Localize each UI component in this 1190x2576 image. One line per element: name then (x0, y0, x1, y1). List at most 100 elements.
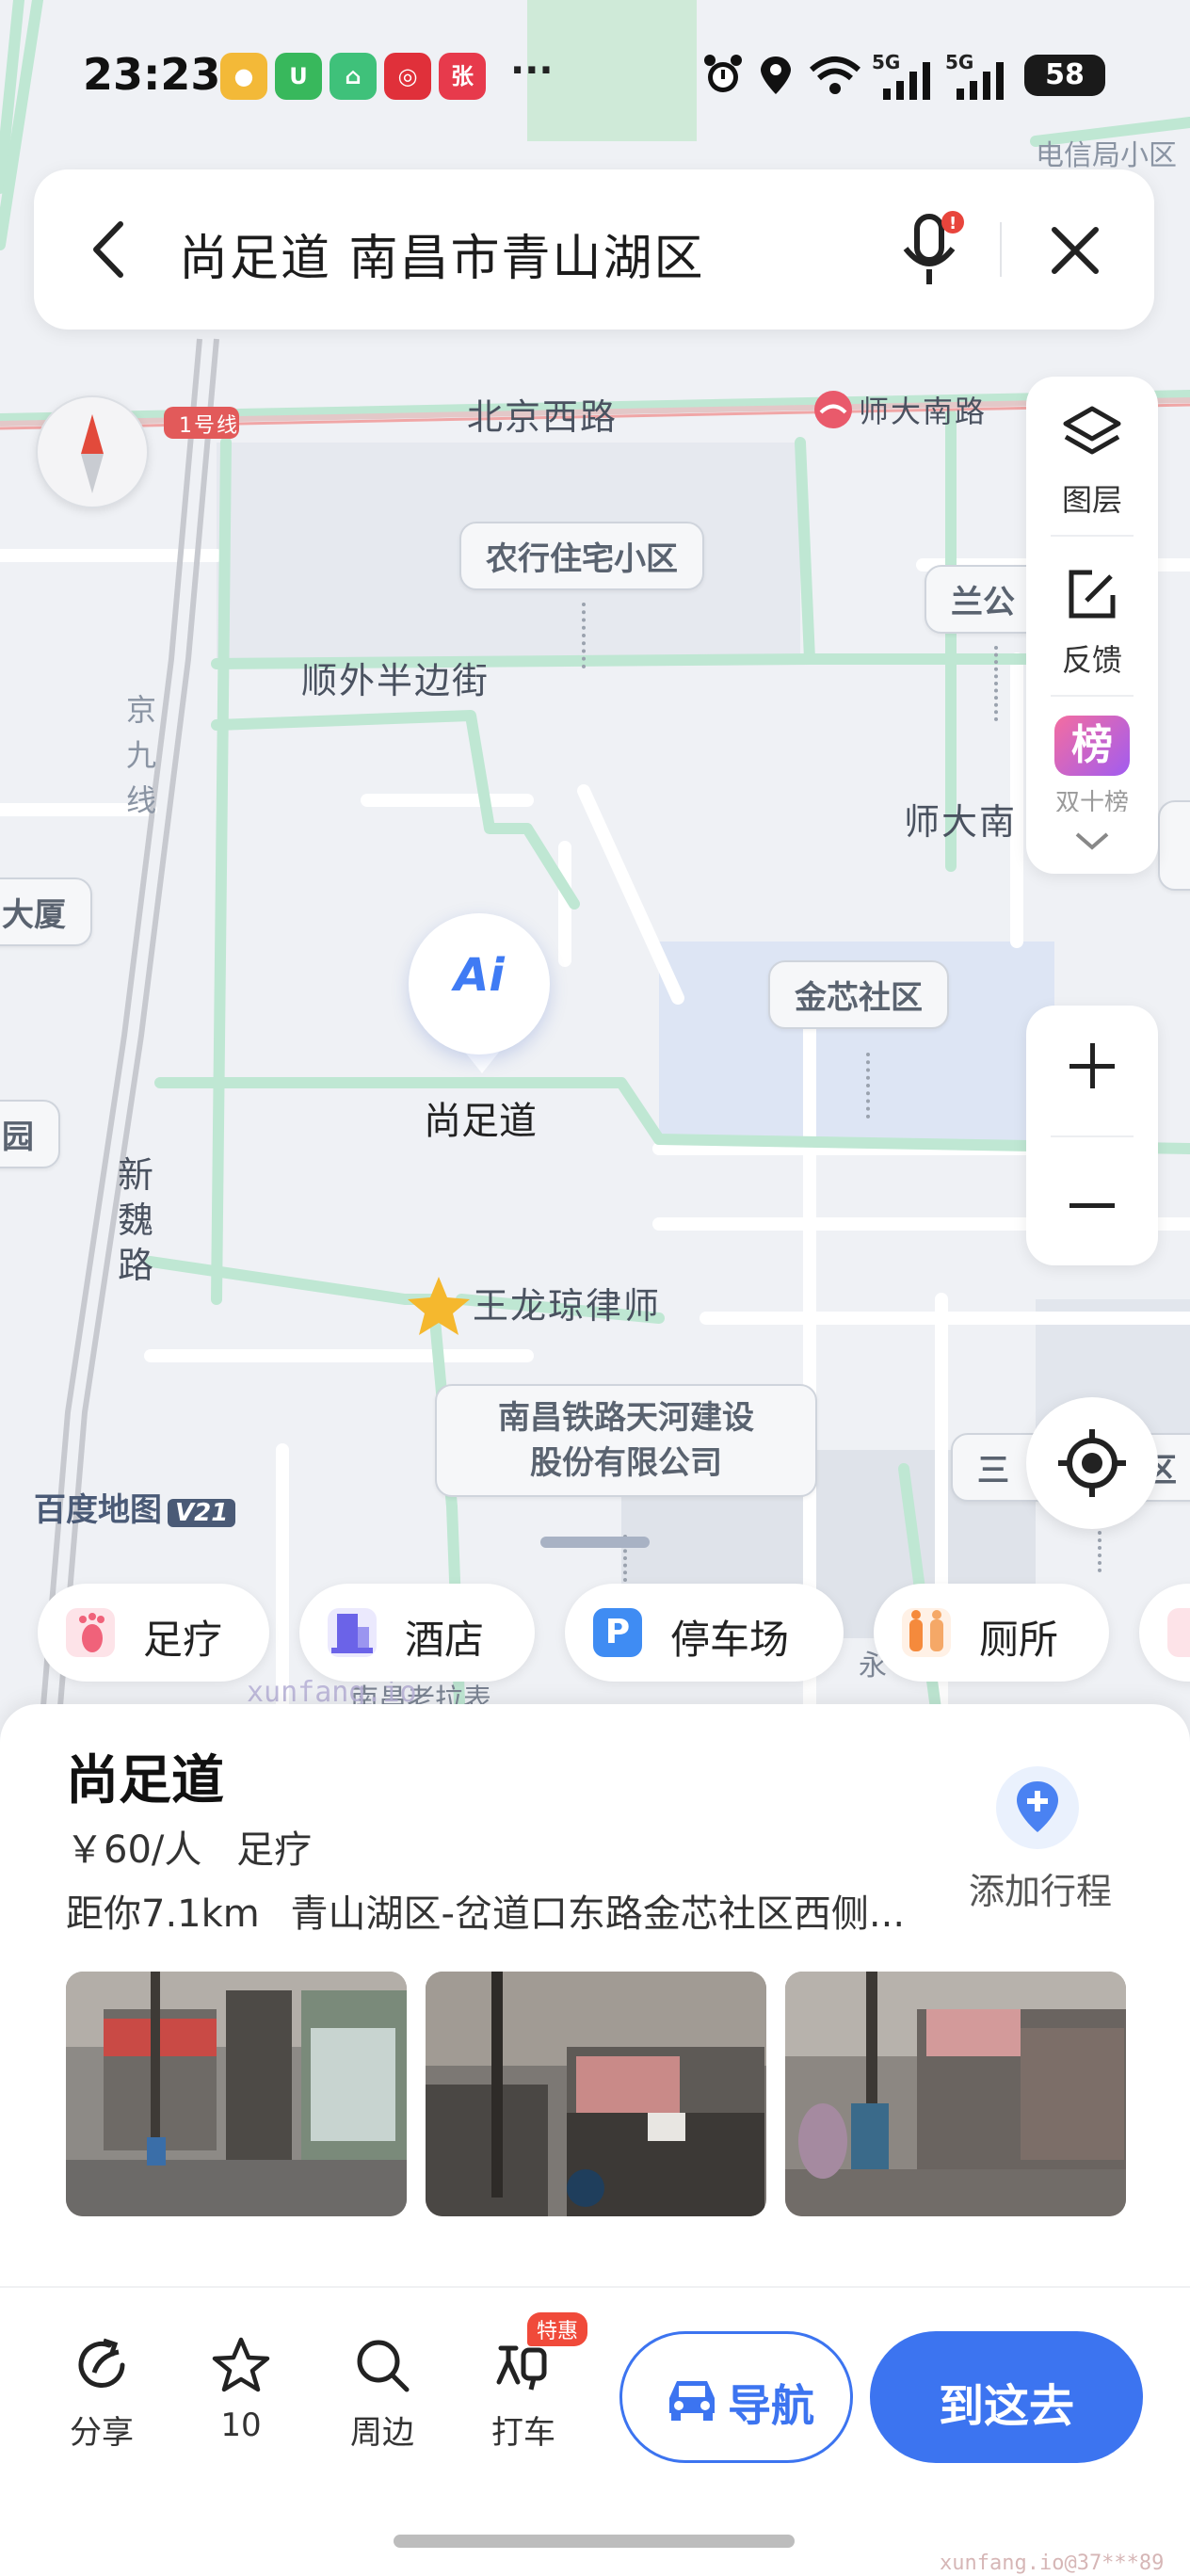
poi-jinxin[interactable]: 金芯社区 (768, 960, 949, 1029)
poi-railway-company[interactable]: 南昌铁路天河建设 股份有限公司 (435, 1384, 817, 1497)
signal-1: 5G (872, 51, 938, 100)
layers-button[interactable]: 图层 (1026, 394, 1158, 522)
hotel-icon (328, 1608, 377, 1657)
place-price-row: ￥60/人 足疗 (66, 1819, 312, 1874)
navigate-label: 导航 (728, 2380, 814, 2431)
map-tools-panel: 图层 反馈 榜 双十榜 (1026, 377, 1158, 874)
search-query[interactable]: 尚足道 南昌市青山湖区 (179, 218, 705, 289)
street-xinwei: 新魏路 (117, 1154, 153, 1286)
poi-nonghang[interactable]: 农行住宅小区 (459, 522, 704, 590)
status-bar: 23:23 ● U ⌂ ◎ 张 ··· 5G 5G 58 (0, 0, 1190, 151)
zoom-out-icon[interactable] (1068, 1181, 1117, 1230)
more-category-icon (1167, 1608, 1190, 1657)
home-indicator[interactable] (394, 2535, 795, 2548)
go-here-button[interactable]: 到这去 (870, 2331, 1143, 2463)
notification-app-icon: ● (220, 53, 267, 100)
svg-text:!: ! (949, 214, 957, 233)
ranking-icon: 榜 (1054, 716, 1130, 776)
taxi-promo-badge: 特惠 (527, 2312, 588, 2346)
zoom-controls (1026, 1006, 1158, 1265)
favorite-count: 10 (220, 2407, 262, 2444)
street-photo (785, 1972, 1126, 2216)
locate-icon (1058, 1429, 1126, 1497)
chip-toilet[interactable]: 厕所 (874, 1584, 1109, 1682)
notification-app-icon: 张 (439, 53, 486, 100)
locate-button[interactable] (1026, 1397, 1158, 1529)
go-here-label: 到这去 (938, 2380, 1074, 2433)
add-trip-icon (1017, 1781, 1058, 1832)
street-shida-south-partial: 师大南 (904, 801, 1018, 843)
place-pin[interactable]: Ai (409, 913, 550, 1055)
place-address-row: 距你7.1km 青山湖区-岔道口东路金芯社区西侧... (66, 1883, 905, 1938)
poi-stem (994, 646, 998, 721)
share-icon (78, 2338, 125, 2388)
place-photo[interactable] (785, 1972, 1126, 2216)
place-photo[interactable] (66, 1972, 407, 2216)
wifi-icon (810, 56, 860, 94)
nearby-button[interactable]: 周边 (326, 2335, 439, 2453)
nearby-label: 周边 (350, 2414, 414, 2452)
poi-lawyer[interactable]: 王龙琼律师 (473, 1277, 661, 1328)
notification-app-icon: ⌂ (330, 53, 377, 100)
chip-foot-massage[interactable]: 足疗 (38, 1584, 269, 1682)
add-trip-button[interactable] (996, 1766, 1079, 1849)
poi-left-edge-yuan[interactable]: 园 (0, 1100, 60, 1168)
search-icon (357, 2340, 410, 2392)
map-watermark: 百度地图 V21 (34, 1484, 236, 1530)
edit-icon (1069, 570, 1116, 619)
chip-label: 酒店 (405, 1617, 485, 1663)
notification-app-icon: U (275, 53, 322, 100)
chip-parking[interactable]: P 停车场 (565, 1584, 844, 1682)
pin-label: 尚足道 (424, 1100, 537, 1143)
railway-jingjiu: 京九线 (125, 692, 156, 818)
zoom-in-icon[interactable] (1068, 1041, 1117, 1090)
chip-hotel[interactable]: 酒店 (299, 1584, 535, 1682)
sheet-drag-handle[interactable] (540, 1537, 650, 1548)
street-beijing-west: 北京西路 (467, 396, 619, 438)
layers-icon (1063, 406, 1121, 455)
feedback-label: 反馈 (1061, 642, 1122, 678)
place-price: ￥60/人 (66, 1828, 202, 1872)
compass-icon (81, 414, 104, 493)
close-icon[interactable] (1049, 224, 1102, 277)
search-bar[interactable]: 尚足道 南昌市青山湖区 ! (34, 169, 1154, 330)
feedback-button[interactable]: 反馈 (1026, 555, 1158, 684)
ranking-button[interactable]: 榜 双十榜 (1026, 708, 1158, 812)
place-category: 足疗 (236, 1828, 313, 1872)
chip-label: 厕所 (979, 1617, 1059, 1663)
signal-2: 5G (945, 51, 1011, 100)
navigate-button[interactable]: 导航 (619, 2331, 853, 2463)
car-icon (669, 2381, 715, 2421)
notification-app-icon: ◎ (384, 53, 431, 100)
storefront-photo (66, 1972, 407, 2216)
poi-stem (582, 603, 586, 668)
more-notifications: ··· (510, 49, 554, 92)
street-shunwai: 顺外半边街 (301, 660, 490, 701)
share-label: 分享 (70, 2414, 134, 2452)
metro-station-shida-south[interactable]: 师大南路 (859, 388, 987, 431)
ranking-label: 双十榜 (1054, 789, 1129, 812)
poi-left-edge-dasha[interactable]: 大厦 (0, 877, 92, 946)
taxi-button[interactable]: 打车 (467, 2335, 580, 2453)
chip-label: 停车场 (670, 1617, 790, 1663)
foot-icon (66, 1608, 115, 1657)
chevron-down-icon[interactable] (1071, 829, 1113, 855)
parking-icon: P (593, 1608, 642, 1657)
location-icon (761, 56, 791, 94)
taxi-label: 打车 (491, 2414, 555, 2452)
status-time: 23:23 (83, 49, 221, 100)
back-icon[interactable] (85, 218, 132, 281)
street-photo (426, 1972, 766, 2216)
add-trip-label[interactable]: 添加行程 (960, 1862, 1120, 1914)
ai-badge: Ai (454, 949, 505, 1002)
battery-indicator: 58 (1024, 55, 1105, 96)
favorite-button[interactable]: 10 (185, 2335, 298, 2444)
chip-label: 足疗 (143, 1617, 223, 1663)
place-name: 尚足道 (66, 1750, 224, 1811)
poi-right-edge[interactable] (1158, 800, 1190, 891)
share-button[interactable]: 分享 (45, 2335, 158, 2453)
place-photo[interactable] (426, 1972, 766, 2216)
compass-button[interactable] (36, 395, 149, 508)
microphone-icon[interactable]: ! (894, 211, 970, 292)
star-icon (212, 2337, 270, 2392)
